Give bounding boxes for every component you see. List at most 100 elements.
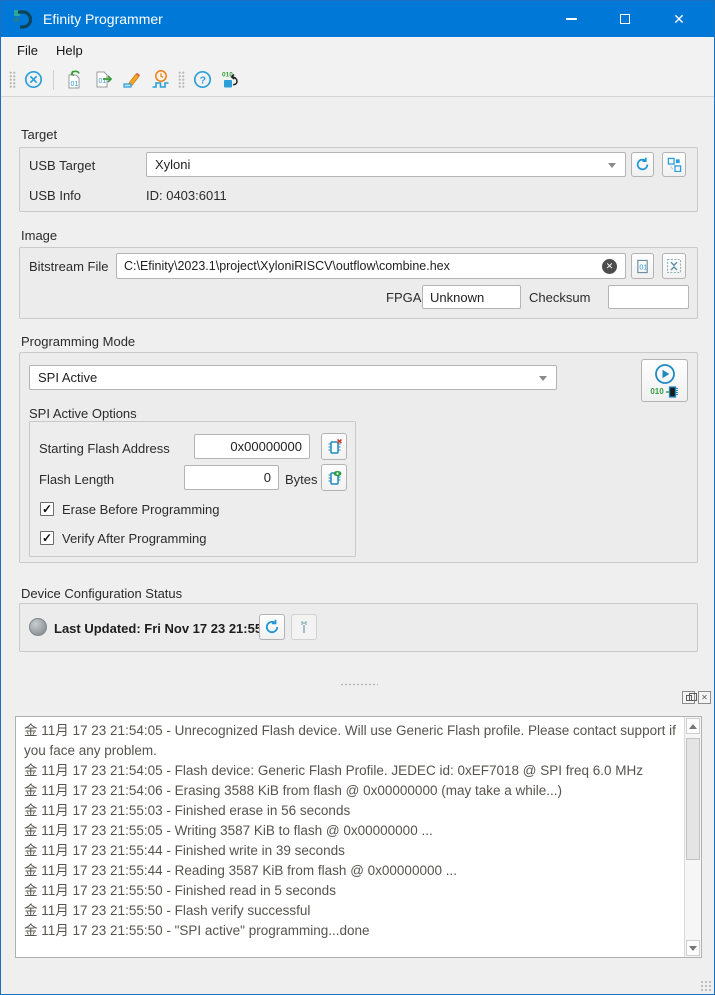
export-bitstream-button[interactable]: 01 [88,66,117,93]
bitstream-file-input[interactable] [116,253,626,279]
resize-grip[interactable] [700,980,712,992]
erase-before-programming-checkbox[interactable]: ✓ [40,502,54,516]
close-icon: ✕ [701,693,708,702]
fpga-label: FPGA [386,290,421,305]
binary-file-icon: 01 [635,259,650,274]
help-button[interactable]: ? [188,66,217,93]
device-status-section-label: Device Configuration Status [21,586,182,601]
open-bitstream-button[interactable]: 01 [631,253,654,279]
toolbar-grip[interactable] [9,71,16,89]
timing-button[interactable] [146,66,175,93]
target-section-label: Target [21,127,57,142]
play-icon [654,363,676,385]
wrench-icon [297,620,311,634]
maximize-button[interactable] [602,1,648,37]
scrollbar-thumb[interactable] [686,738,700,860]
usb-target-value: Xyloni [155,157,190,172]
disconnect-icon [24,70,43,89]
toolbar-grip[interactable] [178,71,185,89]
svg-text:01: 01 [639,264,647,271]
log-line: 金 11月 17 23 21:55:05 - Writing 3587 KiB … [24,821,676,841]
start-bits-label: 010 [650,388,663,396]
bytes-label: Bytes [285,472,318,487]
console-log[interactable]: 金 11月 17 23 21:54:05 - Unrecognized Flas… [15,716,702,958]
refresh-status-button[interactable] [259,614,285,640]
log-line: 金 11月 17 23 21:55:44 - Finished write in… [24,841,676,861]
programming-mode-value: SPI Active [38,370,97,385]
verify-after-programming-label: Verify After Programming [62,531,207,546]
scroll-up-button[interactable] [686,718,700,734]
combine-icon [666,258,682,274]
erase-before-programming-label: Erase Before Programming [62,502,220,517]
log-line: 金 11月 17 23 21:54:05 - Unrecognized Flas… [24,721,676,761]
menu-help[interactable]: Help [47,40,92,61]
check-icon: ✓ [42,502,52,516]
minimize-icon [566,18,577,20]
refresh-icon [264,619,280,635]
maximize-icon [620,14,630,24]
select-device-button[interactable] [662,152,686,177]
import-bitstream-button[interactable]: 01 [59,66,88,93]
close-button[interactable]: ✕ [656,1,702,37]
timing-icon [150,69,171,90]
check-icon: ✓ [42,531,52,545]
bitstream-file-label: Bitstream File [29,259,108,274]
flash-length-label: Flash Length [39,472,114,487]
device-chain-icon [667,157,682,172]
svg-text:?: ? [200,74,206,86]
checksum-field[interactable] [608,285,689,309]
window-title: Efinity Programmer [43,11,163,27]
programmer-tool-button[interactable]: 010 [217,66,246,93]
float-icon [686,695,692,701]
menu-bar: File Help [1,37,714,63]
log-line: 金 11月 17 23 21:54:05 - Flash device: Gen… [24,761,676,781]
menu-file[interactable]: File [8,40,47,61]
log-line: 金 11月 17 23 21:55:50 - Flash verify succ… [24,901,676,921]
log-line: 金 11月 17 23 21:55:50 - "SPI active" prog… [24,921,676,941]
splitter-handle[interactable] [340,683,378,686]
programmer-tool-icon: 010 [221,69,242,90]
starting-flash-address-input[interactable] [194,434,310,459]
status-tools-button[interactable] [291,614,317,640]
combine-images-button[interactable] [662,253,686,279]
programming-mode-dropdown[interactable]: SPI Active [29,365,557,390]
float-console-button[interactable] [682,691,695,704]
usb-target-dropdown[interactable]: Xyloni [146,152,626,177]
flash-length-input[interactable] [184,465,279,490]
close-icon: ✕ [673,12,685,26]
verify-after-programming-checkbox[interactable]: ✓ [40,531,54,545]
checksum-label: Checksum [529,290,590,305]
status-led [29,618,47,636]
edit-icon [121,70,142,90]
last-updated-text: Last Updated: Fri Nov 17 23 21:55:50 [54,621,281,636]
refresh-usb-targets-button[interactable] [631,152,654,177]
usb-target-label: USB Target [29,158,95,173]
read-flash-length-button[interactable] [321,464,347,491]
close-console-button[interactable]: ✕ [698,691,711,704]
chip-icon [665,385,679,399]
chevron-down-icon [608,163,616,168]
disconnect-button[interactable] [19,66,48,93]
log-line: 金 11月 17 23 21:55:03 - Finished erase in… [24,801,676,821]
log-line: 金 11月 17 23 21:54:06 - Erasing 3588 KiB … [24,781,676,801]
refresh-icon [635,157,650,172]
usb-info-label: USB Info [29,188,81,203]
minimize-button[interactable] [548,1,594,37]
usb-info-value: ID: 0403:6011 [146,188,227,203]
console-scrollbar[interactable] [684,717,701,957]
chevron-down-icon [539,376,547,381]
toolbar: 01 01 [1,63,714,97]
fpga-value-field[interactable] [422,285,521,309]
clear-bitstream-icon[interactable]: ✕ [602,259,617,274]
help-icon: ? [193,70,212,89]
starting-flash-address-label: Starting Flash Address [39,441,170,456]
toolbar-separator [53,70,54,90]
edit-button[interactable] [117,66,146,93]
start-program-button[interactable]: 010 [641,359,688,402]
chip-inspect-icon [326,469,343,486]
arrow-up-icon [689,724,697,729]
programming-mode-section-label: Programming Mode [21,334,135,349]
clear-flash-address-button[interactable] [321,433,347,460]
scroll-down-button[interactable] [686,940,700,956]
efinity-programmer-window: Efinity Programmer ✕ File Help 01 [0,0,715,995]
